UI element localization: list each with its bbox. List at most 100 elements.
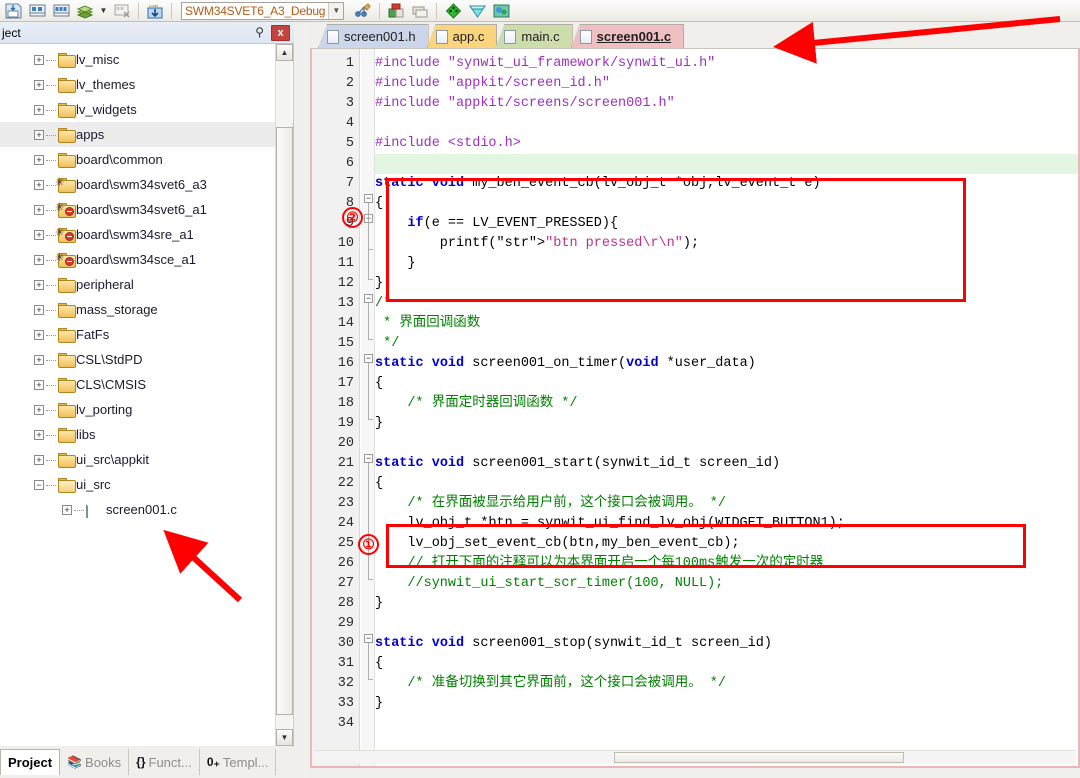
fold-toggle-22[interactable]: − (364, 454, 373, 463)
code-line[interactable]: #include "synwit_ui_framework/synwit_ui.… (375, 54, 1078, 74)
expand-toggle-icon[interactable]: + (34, 430, 44, 440)
file-tab-app-c[interactable]: app.c (426, 24, 498, 48)
file-tab-screen001-c[interactable]: screen001.c (570, 24, 685, 48)
code-line[interactable]: } (375, 694, 1078, 714)
code-line[interactable]: static void screen001_stop(synwit_id_t s… (375, 634, 1078, 654)
expand-toggle-icon[interactable]: + (34, 355, 44, 365)
panel-tab-templ[interactable]: 0₊ Templ... (200, 749, 277, 775)
tree-item[interactable]: + lv_widgets (0, 97, 293, 122)
fold-toggle-8[interactable]: − (364, 194, 373, 203)
expand-toggle-icon[interactable]: + (34, 305, 44, 315)
save-all-icon[interactable] (2, 1, 24, 21)
code-line[interactable] (375, 114, 1078, 134)
layers-icon[interactable] (74, 1, 96, 21)
tree-item[interactable]: + board\common (0, 147, 293, 172)
expand-toggle-icon[interactable]: + (34, 455, 44, 465)
expand-toggle-icon[interactable]: + (34, 380, 44, 390)
expand-toggle-icon[interactable]: + (62, 505, 72, 515)
expand-toggle-icon[interactable]: + (34, 55, 44, 65)
code-line[interactable]: static void my_ben_event_cb(lv_obj_t *ob… (375, 174, 1078, 194)
code-line[interactable]: /* 在界面被显示给用户前，这个接口会被调用。 */ (375, 494, 1078, 514)
code-line[interactable]: { (375, 654, 1078, 674)
chevron-down-icon[interactable]: ▼ (328, 2, 344, 19)
code-line[interactable] (375, 154, 1078, 174)
expand-toggle-icon[interactable]: + (34, 230, 44, 240)
tree-item[interactable]: + ui_src\appkit (0, 447, 293, 472)
system-viewer-icon[interactable] (490, 1, 512, 21)
hscrollbar-thumb[interactable] (614, 752, 904, 763)
manage-components-icon[interactable] (385, 1, 407, 21)
expand-toggle-icon[interactable]: + (34, 130, 44, 140)
code-line[interactable]: lv_obj_t *btn = synwit_ui_find_lv_obj(WI… (375, 514, 1078, 534)
target-configuration-select[interactable]: SWM34SVET6_A3_Debug ▼ (181, 1, 345, 20)
tree-item[interactable]: + lv_themes (0, 72, 293, 97)
tree-item[interactable]: + peripheral (0, 272, 293, 297)
clear-bookmarks-icon[interactable] (111, 1, 133, 21)
code-line[interactable]: { (375, 194, 1078, 214)
expand-toggle-icon[interactable]: + (34, 330, 44, 340)
code-line[interactable]: { (375, 474, 1078, 494)
tree-item[interactable]: + lv_porting (0, 397, 293, 422)
close-icon[interactable]: x (271, 25, 290, 41)
code-line[interactable]: // 打开下面的注释可以为本界面开启一个每100ms触发一次的定时器 (375, 554, 1078, 574)
tree-item[interactable]: + screen001.c (0, 497, 293, 522)
tree-item[interactable]: + CLS\CMSIS (0, 372, 293, 397)
pack-installer-icon[interactable] (409, 1, 431, 21)
code-line[interactable] (375, 614, 1078, 634)
code-text-area[interactable]: #include "synwit_ui_framework/synwit_ui.… (375, 49, 1078, 766)
target-options-icon[interactable] (352, 1, 374, 21)
tree-item[interactable]: + lv_misc (0, 47, 293, 72)
expand-toggle-icon[interactable]: + (34, 105, 44, 115)
expand-toggle-icon[interactable]: + (34, 405, 44, 415)
code-line[interactable]: static void screen001_on_timer(void *use… (375, 354, 1078, 374)
panel-tab-funct[interactable]: {} Funct... (129, 749, 200, 775)
code-line[interactable]: */ (375, 334, 1078, 354)
expand-toggle-icon[interactable]: + (34, 255, 44, 265)
code-line[interactable]: if(e == LV_EVENT_PRESSED){ (375, 214, 1078, 234)
expand-toggle-icon[interactable]: + (34, 155, 44, 165)
expand-toggle-icon[interactable]: + (34, 280, 44, 290)
next-bookmark-icon[interactable] (50, 1, 72, 21)
code-line[interactable]: //synwit_ui_start_scr_timer(100, NULL); (375, 574, 1078, 594)
code-line[interactable]: printf("str">"btn pressed\r\n"); (375, 234, 1078, 254)
editor-horizontal-scrollbar[interactable] (314, 750, 1076, 764)
debug-icon[interactable]: Load (144, 1, 166, 21)
expand-toggle-icon[interactable]: + (34, 205, 44, 215)
code-line[interactable]: /* 准备切换到其它界面前，这个接口会被调用。 */ (375, 674, 1078, 694)
project-tree[interactable]: + lv_misc + lv_themes + lv_widgets + apps + board… (0, 44, 294, 746)
expand-toggle-icon[interactable]: + (34, 180, 44, 190)
code-line[interactable]: } (375, 414, 1078, 434)
code-line[interactable]: } (375, 594, 1078, 614)
code-line[interactable]: /* (375, 294, 1078, 314)
tree-item[interactable]: + FatFs (0, 322, 293, 347)
pin-icon[interactable]: ⚲ (255, 25, 264, 39)
code-line[interactable]: #include <stdio.h> (375, 134, 1078, 154)
code-line[interactable]: } (375, 254, 1078, 274)
fold-toggle-13[interactable]: − (364, 294, 373, 303)
panel-tab-project[interactable]: Project (0, 749, 61, 775)
expand-toggle-icon[interactable]: − (34, 480, 44, 490)
tree-item[interactable]: + CSL\StdPD (0, 347, 293, 372)
code-line[interactable]: lv_obj_set_event_cb(btn,my_ben_event_cb)… (375, 534, 1078, 554)
fold-toggle-17[interactable]: − (364, 354, 373, 363)
tree-item[interactable]: + ✳ board\swm34svet6_a1 (0, 197, 293, 222)
code-line[interactable]: /* 界面定时器回调函数 */ (375, 394, 1078, 414)
tree-item[interactable]: − ui_src (0, 472, 293, 497)
insert-bookmark-icon[interactable] (26, 1, 48, 21)
tree-item[interactable]: + apps (0, 122, 293, 147)
code-line[interactable]: static void screen001_start(synwit_id_t … (375, 454, 1078, 474)
events-viewer-icon[interactable] (466, 1, 488, 21)
scrollbar-thumb[interactable] (276, 127, 293, 715)
scroll-up-button[interactable]: ▲ (276, 44, 293, 61)
tree-item[interactable]: + libs (0, 422, 293, 447)
expand-toggle-icon[interactable]: + (34, 80, 44, 90)
file-tab-screen001-h[interactable]: screen001.h (318, 24, 429, 48)
configuration-wizard-icon[interactable] (442, 1, 464, 21)
code-line[interactable]: * 界面回调函数 (375, 314, 1078, 334)
panel-tab-books[interactable]: 📚 Books (60, 749, 130, 775)
scroll-down-button[interactable]: ▼ (276, 729, 293, 746)
fold-toggle-31[interactable]: − (364, 634, 373, 643)
code-line[interactable]: } (375, 274, 1078, 294)
tree-vertical-scrollbar[interactable]: ▲ ▼ (275, 44, 293, 746)
code-editor[interactable]: − − − − − − #include "synwit_ui_fra (310, 48, 1080, 768)
